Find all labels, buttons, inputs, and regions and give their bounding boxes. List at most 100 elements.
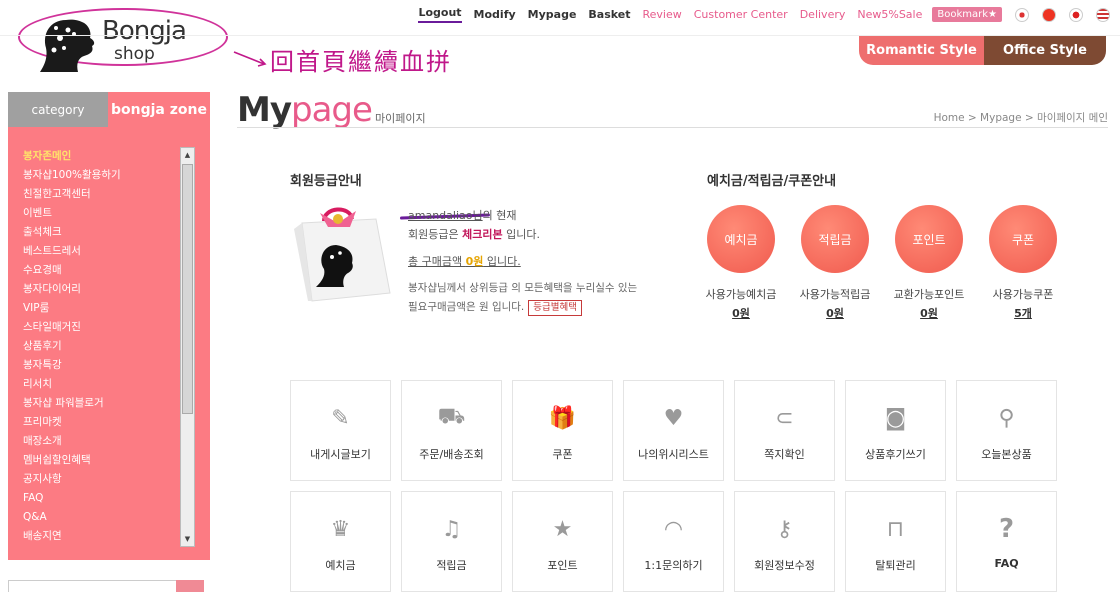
sidebar-tabs: category bongja zone — [8, 92, 210, 127]
username: amandaliao님 — [408, 209, 483, 222]
menu-tile[interactable]: ⚲ 오늘본상품 — [956, 380, 1057, 481]
sidebar-item[interactable]: 매장소개 — [23, 432, 173, 451]
deposit-circle[interactable]: 예치금 — [707, 205, 775, 273]
nav-basket[interactable]: Basket — [588, 8, 630, 21]
pencil-icon: ✎ — [331, 405, 350, 431]
headphones-icon: ◠ — [663, 516, 684, 542]
sidebar-item[interactable]: 공지사항 — [23, 470, 173, 489]
menu-tile[interactable]: ◙ 상품후기쓰기 — [845, 380, 946, 481]
arrow-icon — [233, 50, 267, 67]
username-suffix: 의 현재 — [482, 209, 517, 222]
japan-flag-icon[interactable] — [1069, 7, 1083, 22]
menu-tile[interactable]: ⚷ 회원정보수정 — [734, 491, 835, 592]
point-circle[interactable]: 포인트 — [895, 205, 963, 273]
menu-tile[interactable]: ⊓ 탈퇴관리 — [845, 491, 946, 592]
deposit-value[interactable]: 0원 — [693, 305, 789, 321]
sidebar-item[interactable]: 봉자샵 파워블로거 — [23, 394, 173, 413]
sidebar-item[interactable]: 이벤트 — [23, 204, 173, 223]
sidebar-item[interactable]: 봉자샵100%활용하기 — [23, 166, 173, 185]
sidebar-item[interactable]: 리서치 — [23, 375, 173, 394]
menu-tile[interactable]: ♛ 예치금 — [290, 491, 391, 592]
sidebar-item[interactable]: VIP룸 — [23, 299, 173, 318]
coupon-circle[interactable]: 쿠폰 — [989, 205, 1057, 273]
total-value: 0원 — [465, 255, 484, 268]
nav-modify[interactable]: Modify — [474, 8, 516, 21]
menu-tile-label: 내게시글보기 — [310, 448, 371, 461]
sidebar-item[interactable]: 친절한고객센터 — [23, 185, 173, 204]
romantic-style-button[interactable]: Romantic Style — [859, 36, 984, 65]
sidebar-item[interactable]: 멤버쉽할인혜택 — [23, 451, 173, 470]
sidebar-item[interactable]: 봉자특강 — [23, 356, 173, 375]
reserve-circle[interactable]: 적립금 — [801, 205, 869, 273]
china-flag-icon[interactable] — [1042, 7, 1056, 22]
key-icon: ⚷ — [776, 516, 793, 542]
star-icon: ★ — [552, 516, 573, 542]
grade-info: amandaliao님의 현재 회원등급은 체크리본 입니다. 총 구매금액 0… — [408, 206, 637, 317]
deposit-summary[interactable]: 예치금 사용가능예치금 0원 — [693, 205, 789, 321]
point-label: 교환가능포인트 — [893, 288, 965, 301]
logo-text: Bongja — [102, 16, 187, 46]
sidebar-scrollbar[interactable]: ▲ ▼ — [180, 147, 195, 547]
nav-customer-center[interactable]: Customer Center — [694, 8, 788, 21]
nav-review[interactable]: Review — [643, 8, 682, 21]
menu-tile[interactable]: ★ 포인트 — [512, 491, 613, 592]
nav-logout[interactable]: Logout — [418, 6, 462, 23]
style-tabs: Romantic Style Office Style — [859, 36, 1106, 65]
grade-desc-2: 필요구매금액은 원 입니다. — [408, 301, 525, 313]
sidebar-search-button[interactable] — [176, 580, 204, 592]
menu-tile-label: 쿠폰 — [552, 448, 573, 461]
scroll-up-icon[interactable]: ▲ — [181, 148, 194, 162]
menu-tile[interactable]: ♥ 나의위시리스트 — [623, 380, 724, 481]
grade-suffix: 입니다. — [502, 228, 540, 241]
sidebar-item[interactable]: 스타일매거진 — [23, 318, 173, 337]
menu-tile[interactable]: ✎ 내게시글보기 — [290, 380, 391, 481]
sidebar-item[interactable]: 봉자다이어리 — [23, 280, 173, 299]
menu-tile-label: 예치금 — [325, 559, 356, 572]
coupon-value[interactable]: 5개 — [975, 305, 1071, 321]
sidebar-item[interactable]: 배송지연 — [23, 527, 173, 546]
scroll-down-icon[interactable]: ▼ — [181, 532, 194, 546]
nav-delivery[interactable]: Delivery — [800, 8, 846, 21]
menu-tile-label: 적립금 — [436, 559, 467, 572]
sidebar-item[interactable]: 출석체크 — [23, 223, 173, 242]
sidebar-item[interactable]: Q&A — [23, 508, 173, 527]
sidebar-item[interactable]: 상품후기 — [23, 337, 173, 356]
sidebar-item[interactable]: 베스트드레서 — [23, 242, 173, 261]
menu-tile[interactable]: ♫ 적립금 — [401, 491, 502, 592]
menu-tile[interactable]: ◠ 1:1문의하기 — [623, 491, 724, 592]
sidebar-list: 봉자존메인 봉자샵100%활용하기 친절한고객센터 이벤트 출석체크 베스트드레서 수요경매… — [23, 147, 173, 546]
logo-subtext: shop — [114, 44, 155, 64]
reserve-summary[interactable]: 적립금 사용가능적립금 0원 — [787, 205, 883, 321]
sidebar-item[interactable]: FAQ — [23, 489, 173, 508]
page-title-page: page — [291, 90, 373, 130]
scroll-thumb[interactable] — [182, 164, 193, 414]
grade-benefit-button[interactable]: 등급별혜택 — [528, 300, 582, 316]
menu-tile[interactable]: ? FAQ — [956, 491, 1057, 592]
top-nav: Logout Modify Mypage Basket Review Custo… — [406, 6, 1120, 23]
tab-category[interactable]: category — [8, 92, 108, 127]
point-summary[interactable]: 포인트 교환가능포인트 0원 — [881, 205, 977, 321]
menu-tile[interactable]: ⛟ 주문/배송조회 — [401, 380, 502, 481]
bookmark-button[interactable]: Bookmark★ — [932, 7, 1002, 22]
tab-bongja-zone[interactable]: bongja zone — [108, 92, 210, 127]
sidebar-search-input[interactable] — [8, 580, 204, 592]
coupon-summary[interactable]: 쿠폰 사용가능쿠폰 5개 — [975, 205, 1071, 321]
sidebar: category bongja zone 봉자존메인 봉자샵100%활용하기 친절한… — [8, 92, 210, 560]
point-value[interactable]: 0원 — [881, 305, 977, 321]
sidebar-item[interactable]: 수요경매 — [23, 261, 173, 280]
menu-tile[interactable]: 🎁 쿠폰 — [512, 380, 613, 481]
usa-flag-icon[interactable] — [1096, 7, 1110, 22]
menu-tile[interactable]: ⊂ 쪽지확인 — [734, 380, 835, 481]
nav-mypage[interactable]: Mypage — [528, 8, 577, 21]
reserve-value[interactable]: 0원 — [787, 305, 883, 321]
office-style-button[interactable]: Office Style — [984, 36, 1106, 65]
sidebar-item[interactable]: 프리마켓 — [23, 413, 173, 432]
korea-flag-icon[interactable] — [1015, 7, 1029, 22]
menu-tile-label: 쪽지확인 — [764, 448, 805, 461]
car-icon: ⛟ — [437, 404, 466, 429]
sidebar-item[interactable]: 봉자존메인 — [23, 147, 173, 166]
logo[interactable]: Bongja shop — [18, 8, 230, 72]
total-purchase: 총 구매금액 0원 입니다. — [408, 252, 637, 271]
nav-new-sale[interactable]: New5%Sale — [857, 8, 922, 21]
breadcrumb[interactable]: Home > Mypage > 마이페이지 메인 — [934, 110, 1108, 125]
